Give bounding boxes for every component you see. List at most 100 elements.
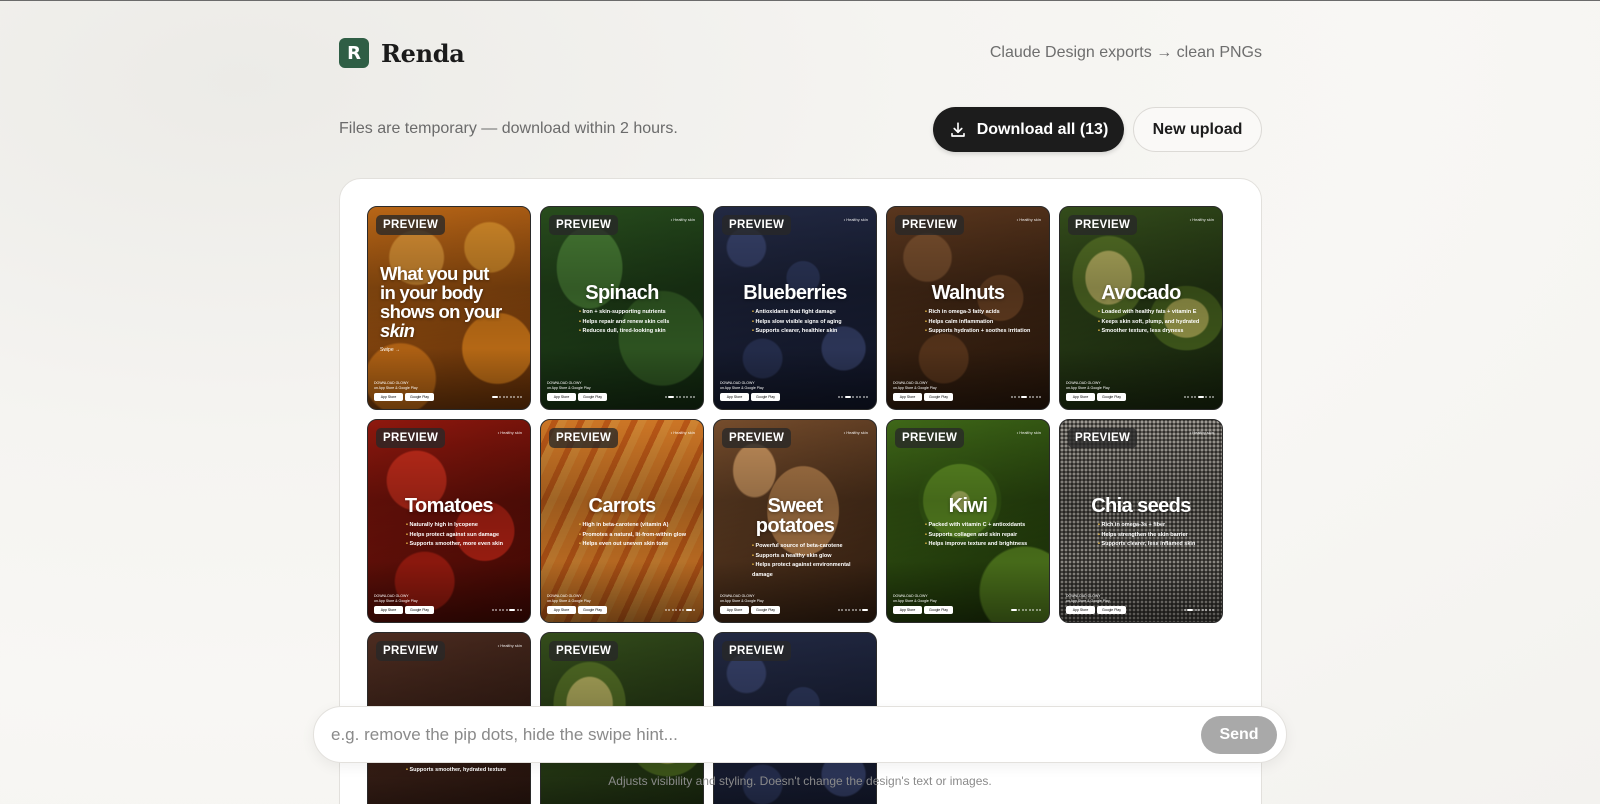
- store-badges: App Store Google Play: [547, 393, 607, 401]
- pip-dot: [862, 396, 865, 398]
- preview-card[interactable]: PREVIEW • Healthy skin Avocado Loaded with …: [1059, 206, 1223, 410]
- pip-dot: [1194, 396, 1196, 398]
- pip-dot: [837, 609, 840, 611]
- download-caption-line: on App Store & Google Play: [374, 598, 418, 603]
- pip-dot: [502, 396, 505, 398]
- card-bullet: Keeps skin soft, plump, and hydrated: [1098, 318, 1216, 328]
- card-tag: • Healthy skin: [670, 430, 695, 435]
- card-tag: • Healthy skin: [497, 430, 522, 435]
- app-store-badge: App Store: [547, 606, 576, 614]
- pip-dot: [858, 609, 861, 611]
- card-tag: • Healthy skin: [843, 217, 868, 222]
- card-bullet: Helps even out uneven skin tone: [579, 540, 697, 550]
- download-all-button[interactable]: Download all (13): [933, 107, 1124, 152]
- card-bullet: Supports clearer, less inflamed skin: [1098, 540, 1216, 550]
- download-caption-line: on App Store & Google Play: [720, 598, 764, 603]
- download-icon: [950, 121, 965, 137]
- pip-dot: [509, 396, 512, 398]
- google-play-badge: Google Play: [578, 606, 607, 614]
- store-badges: App Store Google Play: [893, 606, 953, 614]
- preview-card[interactable]: PREVIEW What you put in your body shows on …: [367, 206, 531, 410]
- preview-card[interactable]: PREVIEW • Healthy skin Carrots High in beta…: [540, 419, 704, 623]
- card-bullets: High in beta-carotene (vitamin A)Promote…: [579, 521, 697, 550]
- pip-dot: [1028, 396, 1031, 398]
- pip-dot: [841, 609, 843, 611]
- pip-dots: [664, 396, 695, 398]
- download-all-label: Download all (13): [976, 120, 1109, 138]
- preview-badge: PREVIEW: [895, 428, 965, 448]
- card-bullet: Packed with vitamin C + antioxidants: [925, 521, 1043, 531]
- pip-dot: [671, 609, 674, 611]
- pip-dots: [837, 396, 868, 398]
- pip-dot: [1039, 396, 1041, 398]
- pip-dot: [859, 396, 861, 398]
- card-bullet: Promotes a natural, lit-from-within glow: [579, 531, 697, 541]
- pip-dots: [1183, 396, 1214, 398]
- card-title: Kiwi: [948, 495, 988, 517]
- pip-dot: [1190, 396, 1193, 398]
- logo[interactable]: R Renda: [339, 38, 465, 68]
- pip-dot: [1187, 396, 1189, 398]
- preview-badge: PREVIEW: [549, 215, 619, 235]
- card-bullet: Rich in omega-3s + fiber: [1098, 521, 1216, 531]
- card-title: Tomatoes: [404, 495, 494, 517]
- card-bullet: Helps repair and renew skin cells: [579, 318, 697, 328]
- download-caption-line: on App Store & Google Play: [547, 598, 591, 603]
- card-bullet: Supports hydration + soothes irritation: [925, 327, 1043, 337]
- store-badges: App Store Google Play: [374, 393, 434, 401]
- pip-dot: [1021, 609, 1024, 611]
- card-title-line: in your body: [380, 282, 483, 303]
- new-upload-button[interactable]: New upload: [1133, 107, 1262, 152]
- header: R Renda Claude Design exports → clean PN…: [339, 38, 1262, 70]
- pip-dot: [495, 609, 497, 611]
- card-bullets: Iron + skin-supporting nutrientsHelps re…: [579, 308, 697, 337]
- pip-dot: [1010, 396, 1013, 398]
- pip-dot: [1032, 396, 1034, 398]
- pip-dot: [509, 609, 515, 611]
- preview-card[interactable]: PREVIEW • Healthy skin Spinach Iron + skin-…: [540, 206, 704, 410]
- preview-badge: PREVIEW: [895, 215, 965, 235]
- preview-card[interactable]: PREVIEW • Healthy skin Chia seeds Rich in o…: [1059, 419, 1223, 623]
- preview-card[interactable]: PREVIEW • Healthy skin Blueberries Antioxid…: [713, 206, 877, 410]
- app-store-badge: App Store: [374, 606, 403, 614]
- card-bullet: Supports smoother, more even skin: [406, 540, 524, 550]
- card-tag: • Healthy skin: [670, 217, 695, 222]
- pip-dot: [491, 396, 498, 398]
- download-caption-line: on App Store & Google Play: [374, 385, 418, 390]
- download-caption-line: on App Store & Google Play: [720, 385, 764, 390]
- pip-dot: [516, 396, 519, 398]
- card-tag: • Healthy skin: [843, 430, 868, 435]
- pip-dot: [1021, 396, 1027, 398]
- pip-dot: [1205, 396, 1207, 398]
- preview-badge: PREVIEW: [722, 641, 792, 661]
- app-name: Renda: [381, 38, 465, 68]
- store-badges: App Store Google Play: [1066, 393, 1126, 401]
- preview-card[interactable]: PREVIEW • Healthy skin Kiwi Packed with vit…: [886, 419, 1050, 623]
- download-caption: DOWNLOAD GLOWY on App Store & Google Play: [547, 381, 591, 390]
- google-play-badge: Google Play: [924, 606, 953, 614]
- instruction-input[interactable]: [331, 721, 1171, 749]
- google-play-badge: Google Play: [1097, 393, 1126, 401]
- preview-card[interactable]: PREVIEW • Healthy skin Walnuts Rich in omeg…: [886, 206, 1050, 410]
- pip-dot: [851, 609, 854, 611]
- pip-dot: [1183, 609, 1186, 611]
- app-store-badge: App Store: [1066, 606, 1095, 614]
- card-tag: • Healthy skin: [1189, 217, 1214, 222]
- preview-card[interactable]: PREVIEW • Healthy skin Sweet potatoes Power…: [713, 419, 877, 623]
- pip-dot: [837, 396, 840, 398]
- card-bullets: Antioxidants that fight damageHelps slow…: [752, 308, 870, 337]
- download-caption-line: on App Store & Google Play: [893, 598, 937, 603]
- preview-badge: PREVIEW: [376, 215, 446, 235]
- pip-dot: [499, 396, 501, 398]
- pip-dot: [664, 609, 667, 611]
- store-badges: App Store Google Play: [893, 393, 953, 401]
- card-bullets: Rich in omega-3 fatty acidsHelps calm in…: [925, 308, 1043, 337]
- pip-dot: [685, 609, 692, 611]
- card-bullet: Smoother texture, less dryness: [1098, 327, 1216, 337]
- send-button[interactable]: Send: [1201, 716, 1277, 754]
- pip-dot: [1208, 396, 1211, 398]
- google-play-badge: Google Play: [405, 393, 434, 401]
- pip-dot: [1205, 609, 1207, 611]
- app-store-badge: App Store: [893, 606, 922, 614]
- preview-card[interactable]: PREVIEW • Healthy skin Tomatoes Naturally h…: [367, 419, 531, 623]
